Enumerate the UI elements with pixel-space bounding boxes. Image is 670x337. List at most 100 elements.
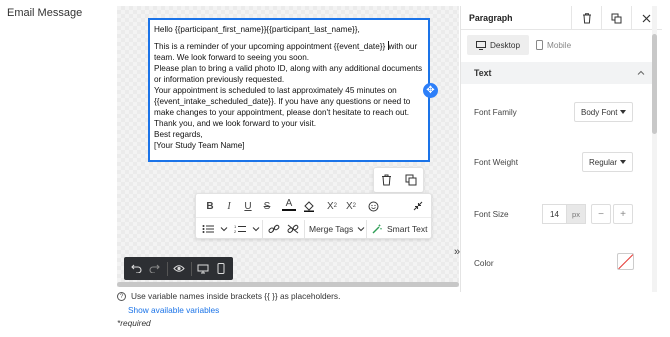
duplicate-block-button[interactable] bbox=[405, 174, 417, 186]
divider bbox=[262, 220, 263, 238]
delete-element-button[interactable] bbox=[571, 6, 601, 30]
caret-down-icon bbox=[620, 110, 626, 114]
strikethrough-button[interactable]: S bbox=[260, 198, 274, 214]
email-greeting[interactable]: Hello {{participant_first_name}}{{partic… bbox=[154, 24, 424, 35]
tab-desktop[interactable]: Desktop bbox=[467, 35, 530, 55]
panel-title: Paragraph bbox=[469, 13, 513, 23]
font-size-label: Font Size bbox=[474, 210, 509, 219]
font-weight-select[interactable]: Regular bbox=[582, 152, 633, 172]
field-label: Email Message bbox=[7, 7, 83, 19]
text-color-button[interactable]: A bbox=[282, 198, 296, 211]
chevron-down-icon bbox=[252, 227, 260, 232]
close-icon bbox=[642, 14, 651, 22]
redo-button[interactable] bbox=[148, 261, 161, 277]
subscript-mark: 2 bbox=[333, 203, 337, 209]
help-icon: ? bbox=[117, 291, 126, 301]
chevron-up-icon bbox=[637, 70, 645, 75]
desktop-view-button[interactable] bbox=[196, 261, 209, 277]
panel-header: Paragraph bbox=[461, 6, 662, 30]
duplicate-element-button[interactable] bbox=[601, 6, 631, 30]
divider bbox=[190, 261, 192, 276]
duplicate-icon bbox=[611, 13, 622, 23]
email-line[interactable]: Best regards, bbox=[154, 129, 424, 140]
bullet-list-button[interactable] bbox=[201, 221, 215, 237]
scrollbar-thumb[interactable] bbox=[117, 282, 459, 287]
placeholder-hint: ? Use variable names inside brackets {{ … bbox=[117, 291, 340, 301]
numbered-list-button[interactable]: 12 bbox=[233, 221, 247, 237]
collapse-arrows-icon bbox=[413, 201, 423, 211]
trash-icon bbox=[582, 12, 591, 23]
smart-text-button[interactable]: Smart Text bbox=[372, 221, 427, 237]
delete-block-button[interactable] bbox=[381, 174, 392, 186]
show-available-variables-link[interactable]: Show available variables bbox=[128, 305, 219, 315]
color-swatch[interactable] bbox=[617, 253, 634, 270]
hint-text: Use variable names inside brackets {{ }}… bbox=[131, 291, 341, 301]
italic-button[interactable]: I bbox=[222, 198, 236, 214]
font-family-select[interactable]: Body Font bbox=[574, 102, 633, 122]
emoji-icon bbox=[368, 201, 378, 211]
numbered-list-dropdown[interactable] bbox=[249, 221, 263, 237]
mobile-view-button[interactable] bbox=[215, 261, 228, 277]
scrollbar-thumb[interactable] bbox=[652, 34, 657, 134]
superscript-x: X bbox=[345, 200, 353, 212]
bullet-list-icon bbox=[202, 225, 214, 233]
highlight-color-button[interactable] bbox=[302, 198, 316, 214]
font-weight-value: Regular bbox=[589, 157, 618, 167]
move-handle-icon[interactable]: ✥ bbox=[423, 83, 438, 98]
block-actions bbox=[373, 167, 424, 193]
divider bbox=[166, 261, 168, 276]
font-size-increment[interactable]: + bbox=[613, 204, 633, 224]
paint-bucket-icon bbox=[304, 201, 314, 212]
panel-scrollbar[interactable] bbox=[652, 6, 657, 292]
font-size-control: 14 px bbox=[542, 204, 586, 224]
undo-button[interactable] bbox=[130, 261, 143, 277]
bold-button[interactable]: B bbox=[203, 198, 217, 214]
chevron-down-icon bbox=[220, 227, 228, 232]
tab-mobile[interactable]: Mobile bbox=[527, 35, 580, 55]
properties-panel: Paragraph Desktop Mobile Text bbox=[460, 6, 662, 292]
editor-bottom-toolbar bbox=[124, 257, 233, 280]
undo-icon bbox=[131, 264, 142, 273]
email-line[interactable]: Your appointment is scheduled to last ap… bbox=[154, 85, 424, 118]
magic-wand-icon bbox=[372, 224, 382, 234]
mobile-icon bbox=[217, 263, 225, 274]
horizontal-scrollbar[interactable] bbox=[117, 282, 459, 287]
superscript-button[interactable]: X2 bbox=[344, 198, 358, 214]
mobile-icon bbox=[536, 40, 543, 50]
section-title: Text bbox=[474, 68, 492, 78]
remove-link-button[interactable] bbox=[286, 221, 300, 237]
paragraph-block[interactable]: Hello {{participant_first_name}}{{partic… bbox=[148, 18, 430, 162]
email-line[interactable]: Please plan to bring a valid photo ID, a… bbox=[154, 63, 424, 85]
unlink-icon bbox=[287, 224, 299, 234]
emoji-button[interactable] bbox=[366, 198, 380, 214]
font-family-value: Body Font bbox=[581, 107, 618, 117]
chevron-down-icon bbox=[357, 227, 365, 232]
color-label: Color bbox=[474, 259, 494, 268]
insert-link-button[interactable] bbox=[267, 221, 281, 237]
merge-tags-dropdown[interactable]: Merge Tags bbox=[309, 221, 365, 237]
text-section-header[interactable]: Text bbox=[461, 62, 653, 84]
font-family-label: Font Family bbox=[474, 108, 517, 117]
font-size-input[interactable]: 14 bbox=[542, 204, 566, 224]
desktop-icon bbox=[197, 264, 209, 273]
format-toolbar: B I U S A X2 X2 12 Merge Tags Smart Text bbox=[195, 193, 432, 239]
subscript-button[interactable]: X2 bbox=[325, 198, 339, 214]
email-line[interactable]: This is a reminder of your upcoming appo… bbox=[154, 41, 424, 63]
font-weight-label: Font Weight bbox=[474, 158, 518, 167]
font-size-unit: px bbox=[566, 204, 586, 224]
tab-desktop-label: Desktop bbox=[490, 40, 521, 50]
collapse-arrows-button[interactable] bbox=[411, 198, 425, 214]
email-message-editor: Email Message Hello {{participant_first_… bbox=[0, 0, 670, 337]
underline-button[interactable]: U bbox=[241, 198, 255, 214]
email-line[interactable]: Thank you, and we look forward to your v… bbox=[154, 118, 424, 129]
required-note: *required bbox=[117, 318, 151, 328]
numbered-list-icon: 12 bbox=[234, 224, 246, 234]
merge-tags-label: Merge Tags bbox=[309, 224, 354, 234]
preview-button[interactable] bbox=[172, 261, 185, 277]
bullet-list-dropdown[interactable] bbox=[217, 221, 231, 237]
smart-text-label: Smart Text bbox=[387, 224, 428, 234]
tab-mobile-label: Mobile bbox=[547, 40, 572, 50]
svg-text:2: 2 bbox=[234, 229, 237, 234]
email-line[interactable]: [Your Study Team Name] bbox=[154, 140, 424, 151]
font-size-decrement[interactable]: − bbox=[591, 204, 611, 224]
